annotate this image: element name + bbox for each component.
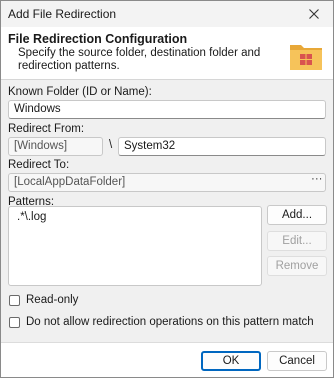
- read-only-checkbox[interactable]: [9, 295, 20, 306]
- redirect-from-subpath-input[interactable]: System32: [118, 137, 326, 156]
- header-title: File Redirection Configuration: [8, 32, 188, 46]
- redirect-to-value: [LocalAppDataFolder]: [14, 176, 126, 188]
- redirect-from-label: Redirect From:: [8, 123, 85, 135]
- redirect-from-base-field: [Windows]: [8, 137, 103, 156]
- remove-pattern-button[interactable]: Remove: [267, 256, 327, 276]
- path-separator: \: [109, 139, 113, 151]
- folder-windows-icon: [290, 45, 322, 70]
- window-title: Add File Redirection: [8, 7, 117, 21]
- redirect-to-label: Redirect To:: [8, 159, 70, 171]
- add-pattern-button[interactable]: Add...: [267, 205, 327, 225]
- patterns-list[interactable]: .*\.log: [8, 206, 262, 286]
- known-folder-label: Known Folder (ID or Name):: [8, 86, 152, 98]
- title-bar: Add File Redirection: [1, 1, 333, 27]
- browse-button[interactable]: ···: [311, 173, 323, 185]
- cancel-button[interactable]: Cancel: [267, 351, 327, 371]
- close-button[interactable]: [295, 1, 333, 27]
- form-body: Known Folder (ID or Name): Windows Redir…: [1, 80, 333, 342]
- no-redirect-label: Do not allow redirection operations on t…: [26, 316, 314, 328]
- redirect-to-field[interactable]: [LocalAppDataFolder]: [8, 173, 326, 192]
- add-file-redirection-dialog: Add File Redirection File Redirection Co…: [0, 0, 334, 378]
- footer: OK Cancel: [1, 343, 333, 377]
- pattern-list-item[interactable]: .*\.log: [17, 211, 253, 223]
- no-redirect-checkbox[interactable]: [9, 317, 20, 328]
- header-description: Specify the source folder, destination f…: [18, 47, 261, 72]
- read-only-label: Read-only: [26, 294, 79, 306]
- known-folder-input[interactable]: Windows: [8, 100, 326, 119]
- ok-button[interactable]: OK: [201, 351, 261, 371]
- header-panel: File Redirection Configuration Specify t…: [1, 27, 333, 79]
- edit-pattern-button[interactable]: Edit...: [267, 231, 327, 251]
- close-icon: [309, 9, 319, 19]
